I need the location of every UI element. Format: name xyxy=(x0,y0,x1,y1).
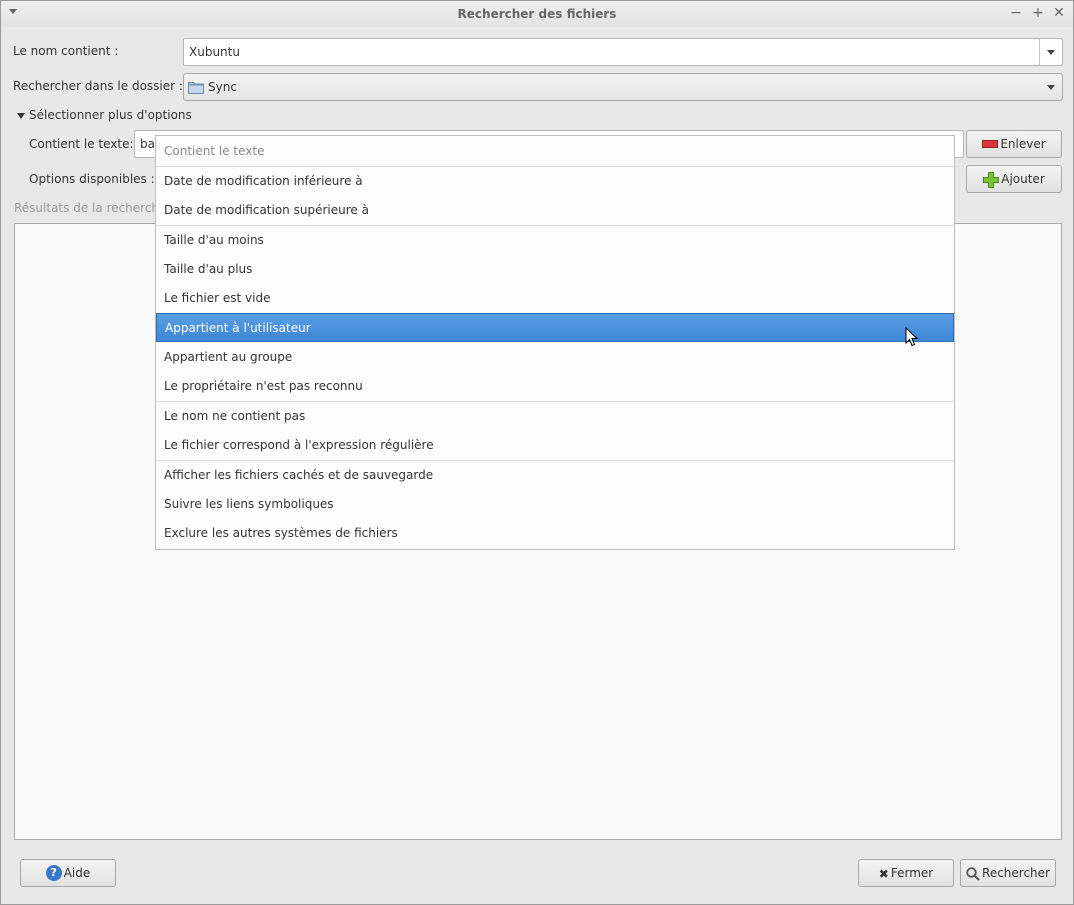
chevron-down-icon[interactable] xyxy=(1047,50,1055,55)
folder-value: Sync xyxy=(208,80,237,94)
maximize-icon[interactable]: + xyxy=(1029,4,1047,22)
expander-arrow-icon xyxy=(17,112,25,119)
chevron-down-icon xyxy=(1047,85,1055,90)
name-contains-label: Le nom contient : xyxy=(13,44,119,58)
search-window: Rechercher des fichiers − + ✕ Le nom con… xyxy=(0,0,1074,905)
menu-item-modified-after[interactable]: Date de modification supérieure à xyxy=(156,196,954,225)
more-options-expander[interactable]: Sélectionner plus d'options xyxy=(17,108,192,122)
menu-item-owner-unknown[interactable]: Le propriétaire n'est pas reconnu xyxy=(156,372,954,401)
add-icon xyxy=(983,171,1000,188)
menu-item-contains-text[interactable]: Contient le texte xyxy=(156,137,954,166)
menu-item-name-not-contains[interactable]: Le nom ne contient pas xyxy=(156,402,954,431)
folder-label: Rechercher dans le dossier : xyxy=(13,79,183,93)
more-options-label: Sélectionner plus d'options xyxy=(29,108,192,122)
folder-icon xyxy=(188,82,204,94)
folder-chooser[interactable]: Sync xyxy=(183,73,1063,101)
help-icon: ? xyxy=(45,864,62,881)
menu-item-owned-by-group[interactable]: Appartient au groupe xyxy=(156,343,954,372)
contains-text-label: Contient le texte: xyxy=(29,137,134,151)
mouse-cursor-icon xyxy=(905,327,919,347)
menu-item-regex-match[interactable]: Le fichier correspond à l'expression rég… xyxy=(156,431,954,460)
menu-item-show-hidden[interactable]: Afficher les fichiers cachés et de sauve… xyxy=(156,461,954,490)
title-bar: Rechercher des fichiers − + ✕ xyxy=(1,1,1073,27)
close-window-icon[interactable]: ✕ xyxy=(1050,4,1068,22)
menu-item-owned-by-user[interactable]: Appartient à l'utilisateur xyxy=(156,313,954,342)
menu-item-follow-symlinks[interactable]: Suivre les liens symboliques xyxy=(156,490,954,519)
menu-item-modified-before[interactable]: Date de modification inférieure à xyxy=(156,167,954,196)
minimize-icon[interactable]: − xyxy=(1007,4,1025,22)
menu-item-exclude-filesystems[interactable]: Exclure les autres systèmes de fichiers xyxy=(156,519,954,548)
available-options-label: Options disponibles : xyxy=(29,172,155,186)
menu-item-file-empty[interactable]: Le fichier est vide xyxy=(156,284,954,313)
close-button[interactable]: ✖ Fermer xyxy=(858,859,954,887)
close-icon: ✖ xyxy=(878,866,889,881)
options-dropdown-menu: Contient le texte Date de modification i… xyxy=(155,135,955,550)
menu-item-size-at-least[interactable]: Taille d'au moins xyxy=(156,226,954,255)
help-button[interactable]: ? Aide xyxy=(20,859,116,887)
search-button[interactable]: Rechercher xyxy=(960,859,1056,887)
window-title: Rechercher des fichiers xyxy=(457,7,617,21)
name-contains-value: Xubuntu xyxy=(189,45,240,59)
remove-icon xyxy=(982,139,999,148)
results-label: Résultats de la recherche xyxy=(14,201,167,215)
add-button[interactable]: Ajouter xyxy=(966,165,1062,193)
remove-button[interactable]: Enlever xyxy=(966,130,1062,158)
name-contains-combo[interactable]: Xubuntu xyxy=(183,38,1063,66)
search-icon xyxy=(966,866,980,881)
menu-item-size-at-most[interactable]: Taille d'au plus xyxy=(156,255,954,284)
